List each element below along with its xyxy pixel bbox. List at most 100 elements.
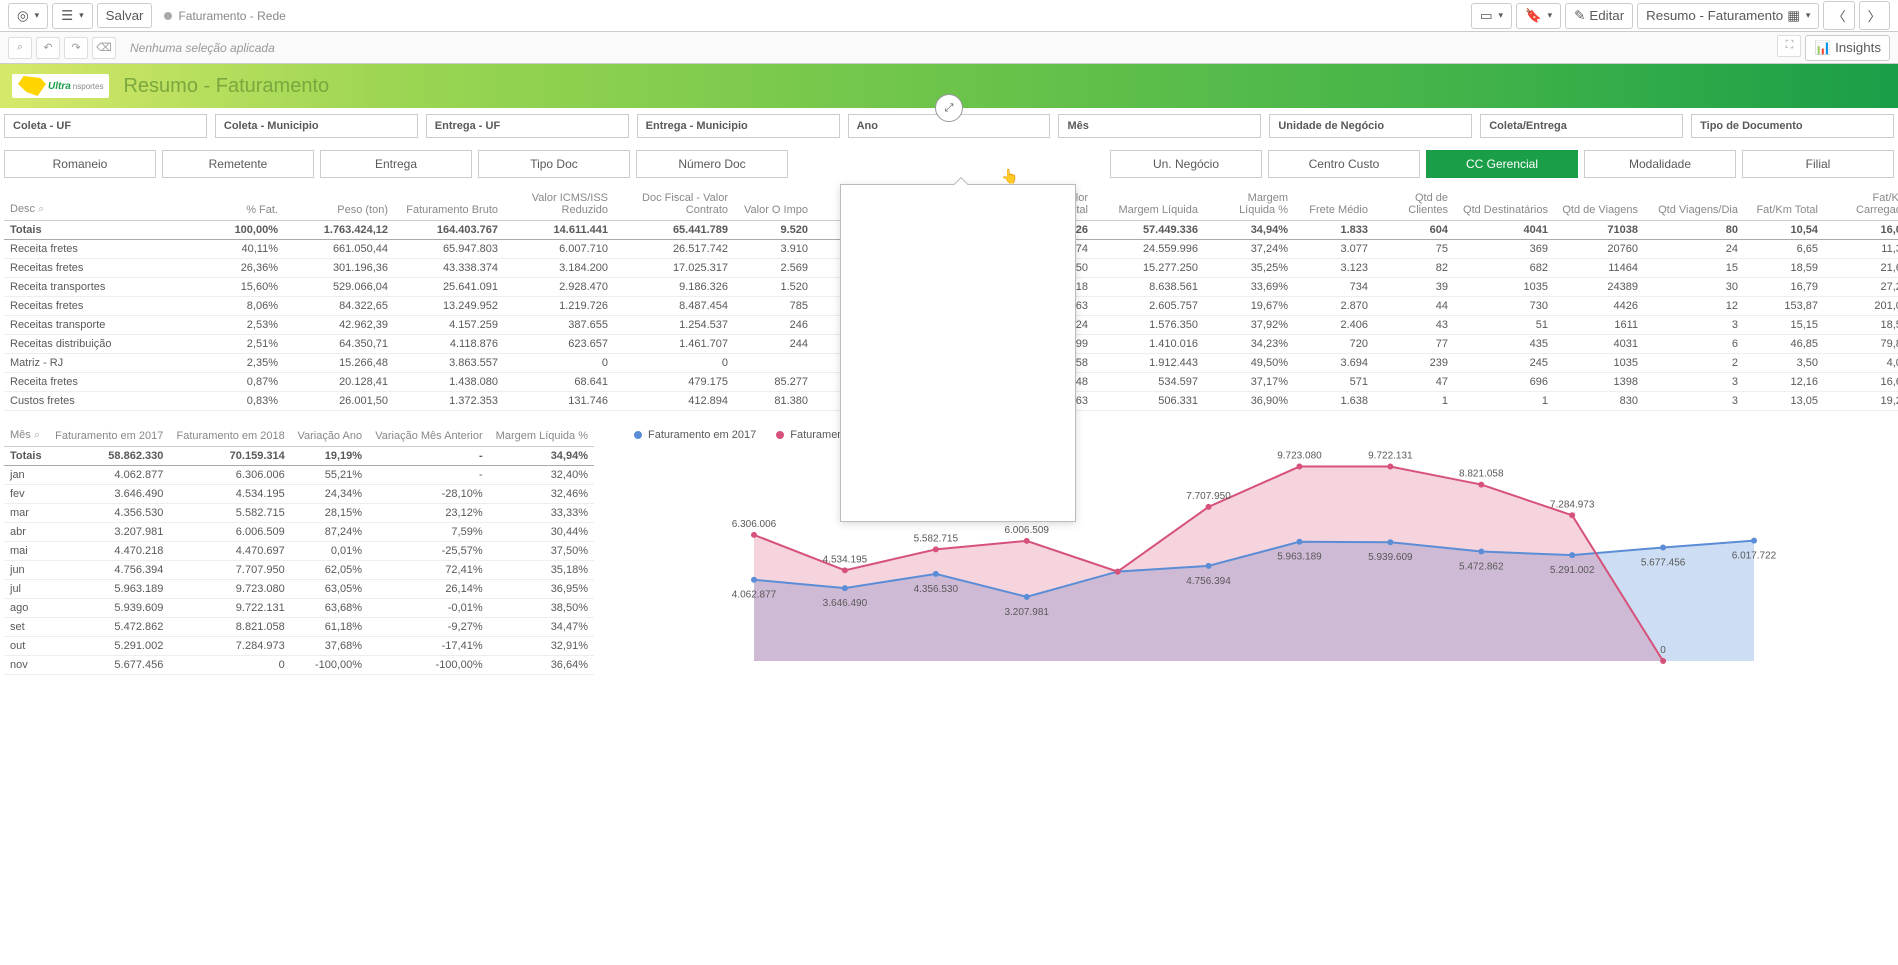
main-col-header[interactable]: Qtd Viagens/Dia: [1644, 188, 1744, 221]
month-row[interactable]: mar4.356.5305.582.71528,15%23,12%33,33%: [4, 504, 594, 523]
selection-status-text: Nenhuma seleção aplicada: [130, 41, 275, 55]
svg-text:6.306.006: 6.306.006: [732, 519, 777, 530]
breadcrumb-text: Faturamento - Rede: [178, 9, 285, 23]
logo-map-icon: [18, 76, 46, 96]
month-col-header[interactable]: Variação Ano: [291, 425, 368, 447]
svg-text:4.356.530: 4.356.530: [914, 584, 959, 595]
filter-entrega-municipio[interactable]: Entrega - Municipio: [637, 114, 840, 138]
month-col-header[interactable]: Faturamento em 2017: [48, 425, 169, 447]
breadcrumb-dot-icon: [164, 12, 172, 20]
clear-selection-button[interactable]: ⌫: [92, 37, 116, 59]
filter-entrega-uf[interactable]: Entrega - UF: [426, 114, 629, 138]
main-col-header[interactable]: Qtd Destinatários: [1454, 188, 1554, 221]
nav-menu-button[interactable]: ◎: [8, 3, 48, 29]
dim-button-filial[interactable]: Filial: [1742, 150, 1894, 178]
chart-area[interactable]: 4.062.8773.646.4904.356.5303.207.9814.75…: [614, 451, 1894, 681]
sheet-selector-button[interactable]: Resumo - Faturamento ▦: [1637, 3, 1819, 29]
selection-tool-button[interactable]: ⛶: [1777, 35, 1801, 57]
month-table[interactable]: Mês ⌕Faturamento em 2017Faturamento em 2…: [4, 425, 594, 675]
month-row[interactable]: nov5.677.4560-100,00%-100,00%36,64%: [4, 656, 594, 675]
svg-text:6.017.722: 6.017.722: [1732, 551, 1777, 562]
header-banner: Ultransportes Resumo - Faturamento ⤢: [0, 64, 1898, 108]
filter-coleta-entrega[interactable]: Coleta/Entrega: [1480, 114, 1683, 138]
month-row[interactable]: ago5.939.6099.722.13163,68%-0,01%38,50%: [4, 599, 594, 618]
main-col-header[interactable]: Doc Fiscal - Valor Contrato: [614, 188, 734, 221]
cursor-icon: 👆: [1001, 168, 1018, 185]
main-col-header[interactable]: Qtd de Viagens: [1554, 188, 1644, 221]
dim-button-tipo-doc[interactable]: Tipo Doc: [478, 150, 630, 178]
selection-bar: ⌕ ↶ ↷ ⌫ Nenhuma seleção aplicada ⛶ 📊 Ins…: [0, 32, 1898, 64]
svg-text:4.062.877: 4.062.877: [732, 590, 777, 601]
main-col-header[interactable]: Fat/Km Carregado: [1824, 188, 1898, 221]
insights-button[interactable]: 📊 Insights: [1805, 35, 1890, 61]
main-col-header[interactable]: Qtd de Clientes: [1374, 188, 1454, 221]
month-col-header[interactable]: Margem Líquida %: [489, 425, 594, 447]
dim-button-n-mero-doc[interactable]: Número Doc: [636, 150, 788, 178]
month-row[interactable]: jun4.756.3947.707.95062,05%72,41%35,18%: [4, 561, 594, 580]
expand-toggle-button[interactable]: ⤢: [935, 94, 963, 122]
smart-search-button[interactable]: ⌕: [8, 37, 32, 59]
step-forward-button[interactable]: ↷: [64, 37, 88, 59]
month-row[interactable]: set5.472.8628.821.05861,18%-9,27%34,47%: [4, 618, 594, 637]
breadcrumb: Faturamento - Rede: [164, 9, 285, 23]
main-col-header[interactable]: Faturamento Bruto: [394, 188, 504, 221]
svg-text:5.677.456: 5.677.456: [1641, 557, 1686, 568]
main-col-header[interactable]: Margem Líquida: [1094, 188, 1204, 221]
month-col-header[interactable]: Mês ⌕: [4, 425, 48, 447]
month-row[interactable]: jan4.062.8776.306.00655,21%-32,40%: [4, 466, 594, 485]
main-col-header[interactable]: Valor ICMS/ISS Reduzido: [504, 188, 614, 221]
svg-text:5.472.862: 5.472.862: [1459, 562, 1504, 573]
month-totals-row: Totais58.862.33070.159.31419,19%-34,94%: [4, 447, 594, 466]
month-table-wrap: Mês ⌕Faturamento em 2017Faturamento em 2…: [4, 425, 594, 681]
step-back-button[interactable]: ↶: [36, 37, 60, 59]
dim-button-cc-gerencial[interactable]: CC Gerencial: [1426, 150, 1578, 178]
list-menu-button[interactable]: ☰: [52, 3, 92, 29]
save-button[interactable]: Salvar: [97, 3, 153, 28]
main-col-header[interactable]: Desc ⌕: [4, 188, 214, 221]
edit-button[interactable]: ✎ Editar: [1565, 3, 1633, 29]
svg-text:8.821.058: 8.821.058: [1459, 469, 1504, 480]
page-title: Resumo - Faturamento: [123, 75, 329, 98]
dim-button-romaneio[interactable]: Romaneio: [4, 150, 156, 178]
svg-text:5.291.002: 5.291.002: [1550, 565, 1595, 576]
line-chart: 4.062.8773.646.4904.356.5303.207.9814.75…: [614, 451, 1894, 681]
legend-item-2017[interactable]: Faturamento em 2017: [634, 429, 756, 441]
chart-wrap: Faturamento em 2017 Faturamento em 2018 …: [614, 425, 1894, 681]
month-col-header[interactable]: Variação Mês Anterior: [368, 425, 489, 447]
main-col-header[interactable]: Frete Médio: [1294, 188, 1374, 221]
main-col-header[interactable]: % Fat.: [214, 188, 284, 221]
filter-coleta-uf[interactable]: Coleta - UF: [4, 114, 207, 138]
svg-text:5.963.189: 5.963.189: [1277, 552, 1322, 563]
filter-coleta-municipio[interactable]: Coleta - Municipio: [215, 114, 418, 138]
bookmark-button[interactable]: 🔖: [1516, 3, 1561, 29]
svg-text:5.582.715: 5.582.715: [914, 533, 959, 544]
main-col-header[interactable]: Margem Líquida %: [1204, 188, 1294, 221]
month-row[interactable]: mai4.470.2184.470.6970,01%-25,57%37,50%: [4, 542, 594, 561]
main-col-header[interactable]: Valor O Impo: [734, 188, 814, 221]
top-toolbar: ◎ ☰ Salvar Faturamento - Rede ▭ 🔖 ✎ Edit…: [0, 0, 1898, 32]
presentation-button[interactable]: ▭: [1471, 3, 1512, 29]
main-col-header[interactable]: Peso (ton): [284, 188, 394, 221]
ano-filter-popover[interactable]: [840, 184, 1076, 522]
nav-next-button[interactable]: 〉: [1859, 1, 1890, 30]
dim-button-entrega[interactable]: Entrega: [320, 150, 472, 178]
nav-prev-button[interactable]: 〈: [1823, 1, 1854, 30]
dim-button-un-neg-cio[interactable]: Un. Negócio: [1110, 150, 1262, 178]
svg-text:6.006.509: 6.006.509: [1004, 525, 1049, 536]
svg-text:7.707.950: 7.707.950: [1186, 491, 1231, 502]
dim-button-remetente[interactable]: Remetente: [162, 150, 314, 178]
filter-unidade-de-neg-cio[interactable]: Unidade de Negócio: [1269, 114, 1472, 138]
month-row[interactable]: abr3.207.9816.006.50987,24%7,59%30,44%: [4, 523, 594, 542]
main-col-header[interactable]: Fat/Km Total: [1744, 188, 1824, 221]
dim-button-centro-custo[interactable]: Centro Custo: [1268, 150, 1420, 178]
month-row[interactable]: jul5.963.1899.723.08063,05%26,14%36,95%: [4, 580, 594, 599]
month-row[interactable]: fev3.646.4904.534.19524,34%-28,10%32,46%: [4, 485, 594, 504]
svg-text:7.284.973: 7.284.973: [1550, 499, 1595, 510]
month-col-header[interactable]: Faturamento em 2018: [169, 425, 290, 447]
filter-tipo-de-documento[interactable]: Tipo de Documento: [1691, 114, 1894, 138]
month-row[interactable]: out5.291.0027.284.97337,68%-17,41%32,91%: [4, 637, 594, 656]
svg-text:5.939.609: 5.939.609: [1368, 552, 1413, 563]
filter-m-s[interactable]: Mês: [1058, 114, 1261, 138]
dim-button-modalidade[interactable]: Modalidade: [1584, 150, 1736, 178]
logo: Ultransportes: [12, 74, 109, 98]
